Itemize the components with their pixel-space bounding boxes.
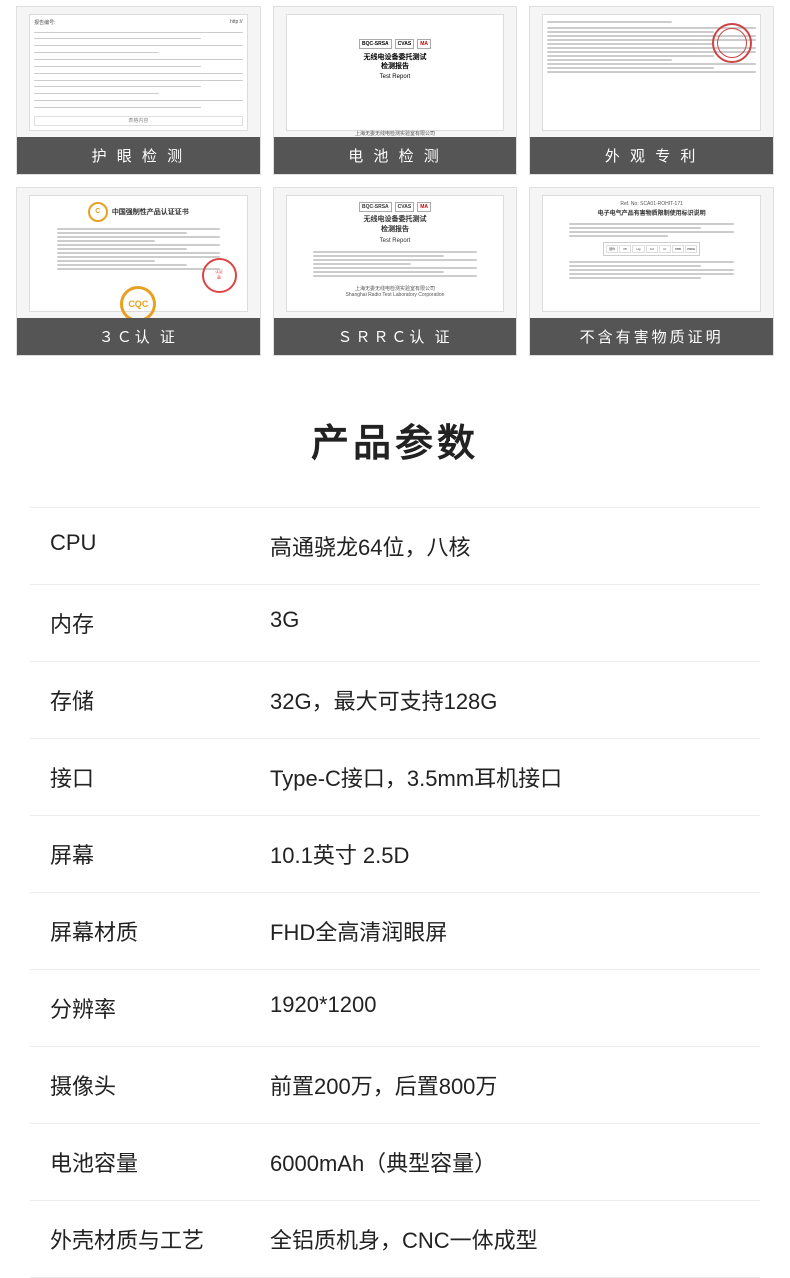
- spec-label-shell: 外壳材质与工艺: [50, 1223, 270, 1255]
- spec-value-ram: 3G: [270, 607, 740, 633]
- cert-label-srrc: ＳＲＲＣ认 证: [274, 318, 517, 355]
- spec-row-camera: 摄像头 前置200万，后置800万: [30, 1047, 760, 1124]
- spec-value-screen: 10.1英寸 2.5D: [270, 838, 740, 870]
- cert-image-eye: 报告编号: http:// 表格内容: [17, 7, 260, 137]
- spec-value-shell: 全铝质机身，CNC一体成型: [270, 1223, 740, 1255]
- cert-image-patent: [530, 7, 773, 137]
- spec-label-camera: 摄像头: [50, 1069, 270, 1101]
- spec-row-ram: 内存 3G: [30, 585, 760, 662]
- cert-label-eye: 护 眼 检 测: [17, 137, 260, 174]
- spec-row-screen: 屏幕 10.1英寸 2.5D: [30, 816, 760, 893]
- cert-grid: 报告编号: http:// 表格内容 护 眼 检 测: [0, 0, 790, 362]
- spec-label-storage: 存储: [50, 684, 270, 716]
- spec-value-cpu: 高通骁龙64位，八核: [270, 530, 740, 562]
- cert-image-battery: BQC-SRSA CVAS MA 无线电设备委托测试检测报告Test Repor…: [274, 7, 517, 137]
- spec-label-screen-material: 屏幕材质: [50, 915, 270, 947]
- spec-label-resolution: 分辨率: [50, 992, 270, 1024]
- spec-label-cpu: CPU: [50, 530, 270, 556]
- spec-value-storage: 32G，最大可支持128G: [270, 684, 740, 716]
- cert-label-rohs: 不含有害物质证明: [530, 318, 773, 355]
- spec-row-shell: 外壳材质与工艺 全铝质机身，CNC一体成型: [30, 1201, 760, 1278]
- spec-value-screen-material: FHD全高清润眼屏: [270, 915, 740, 947]
- spec-value-port: Type-C接口，3.5mm耳机接口: [270, 761, 740, 793]
- cert-label-battery: 电 池 检 测: [274, 137, 517, 174]
- spec-label-screen: 屏幕: [50, 838, 270, 870]
- spec-row-screen-material: 屏幕材质 FHD全高清润眼屏: [30, 893, 760, 970]
- spec-row-storage: 存储 32G，最大可支持128G: [30, 662, 760, 739]
- cert-image-3c: C 中国强制性产品认证证书 CQC: [17, 188, 260, 318]
- cert-label-3c: ３Ｃ认 证: [17, 318, 260, 355]
- cert-item-rohs: Ref. No: SCA01-ROHIT-171 电子电气产品有害物质限制使用标…: [529, 187, 774, 356]
- spec-label-battery: 电池容量: [50, 1146, 270, 1178]
- section-title: 产品参数: [0, 382, 790, 507]
- cert-image-rohs: Ref. No: SCA01-ROHIT-171 电子电气产品有害物质限制使用标…: [530, 188, 773, 318]
- cert-item-3c: C 中国强制性产品认证证书 CQC: [16, 187, 261, 356]
- spec-label-ram: 内存: [50, 607, 270, 639]
- spec-label-port: 接口: [50, 761, 270, 793]
- cert-image-srrc: BQC-SRSA CVAS MA 无线电设备委托测试检测报告Test Repor…: [274, 188, 517, 318]
- spec-row-battery: 电池容量 6000mAh（典型容量）: [30, 1124, 760, 1201]
- spec-row-cpu: CPU 高通骁龙64位，八核: [30, 507, 760, 585]
- spec-value-battery: 6000mAh（典型容量）: [270, 1146, 740, 1178]
- spec-value-camera: 前置200万，后置800万: [270, 1069, 740, 1101]
- cert-label-patent: 外 观 专 利: [530, 137, 773, 174]
- cert-item-battery: BQC-SRSA CVAS MA 无线电设备委托测试检测报告Test Repor…: [273, 6, 518, 175]
- cert-item-eye: 报告编号: http:// 表格内容 护 眼 检 测: [16, 6, 261, 175]
- specs-table: CPU 高通骁龙64位，八核 内存 3G 存储 32G，最大可支持128G 接口…: [0, 507, 790, 1278]
- cert-item-patent: 外 观 专 利: [529, 6, 774, 175]
- spec-value-resolution: 1920*1200: [270, 992, 740, 1018]
- spec-row-resolution: 分辨率 1920*1200: [30, 970, 760, 1047]
- cert-item-srrc: BQC-SRSA CVAS MA 无线电设备委托测试检测报告Test Repor…: [273, 187, 518, 356]
- spec-row-port: 接口 Type-C接口，3.5mm耳机接口: [30, 739, 760, 816]
